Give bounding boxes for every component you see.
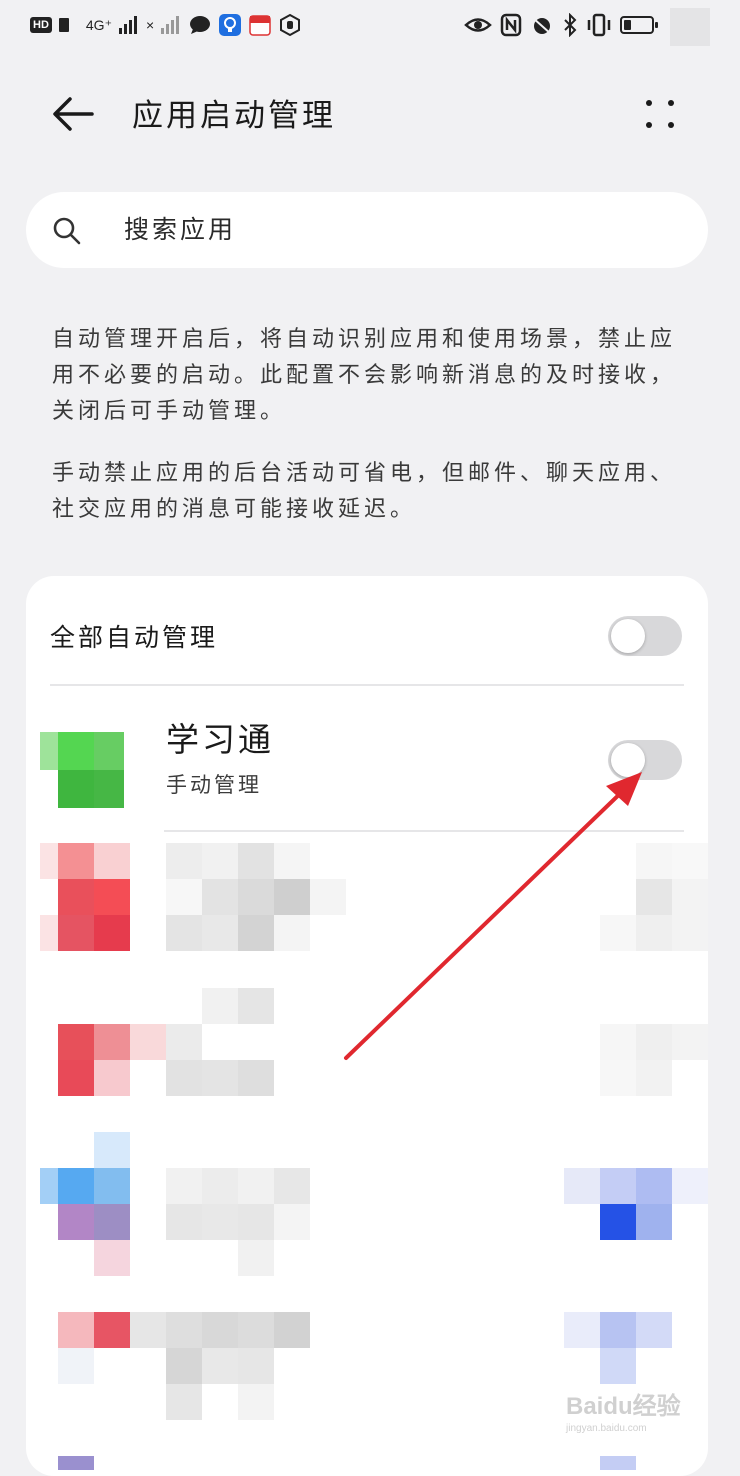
watermark-sub: jingyan.baidu.com <box>566 1423 647 1434</box>
annotation-arrow <box>344 772 642 1060</box>
watermark-logo: Baidu经验 jingyan.baidu.com <box>566 1386 696 1434</box>
watermark-text: Baidu经验 <box>566 1393 681 1420</box>
